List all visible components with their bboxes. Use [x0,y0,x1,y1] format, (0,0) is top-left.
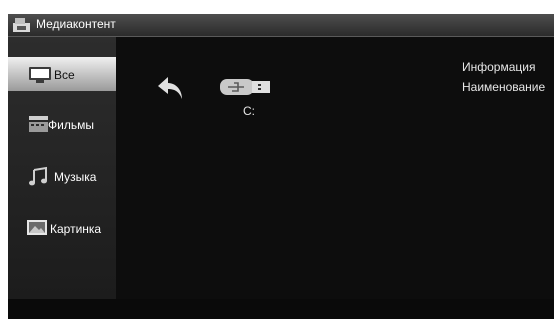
sidebar: Все Фильмы Музыка Картинка [8,37,116,299]
sidebar-item-music[interactable]: Музыка [8,159,116,193]
media-screen: Медиаконтент Все Фильмы Музыка Картинка … [8,14,554,319]
usb-drive-icon [216,71,276,106]
sidebar-item-label: Все [54,68,75,82]
drive-label: C: [243,104,255,118]
film-icon [28,114,50,137]
media-app-icon [12,17,32,38]
back-arrow-icon[interactable] [156,73,186,108]
content-area: C: Информация Наименование [116,37,554,319]
info-name-label: Наименование [462,80,546,94]
bottom-bar [8,299,554,319]
sidebar-item-pictures[interactable]: Картинка [8,211,116,245]
monitor-icon [28,66,52,87]
sidebar-item-label: Фильмы [48,118,94,132]
drive-c[interactable]: C: [216,71,276,121]
sidebar-item-label: Картинка [50,222,102,236]
window-title: Медиаконтент [36,17,116,31]
title-bar: Медиаконтент [8,14,554,37]
sidebar-item-movies[interactable]: Фильмы [8,107,116,141]
sidebar-item-all[interactable]: Все [8,57,116,91]
music-note-icon [28,166,50,191]
info-heading: Информация [462,60,536,74]
sidebar-item-label: Музыка [54,170,97,184]
info-panel: Информация Наименование [462,57,545,97]
picture-icon [26,219,48,240]
